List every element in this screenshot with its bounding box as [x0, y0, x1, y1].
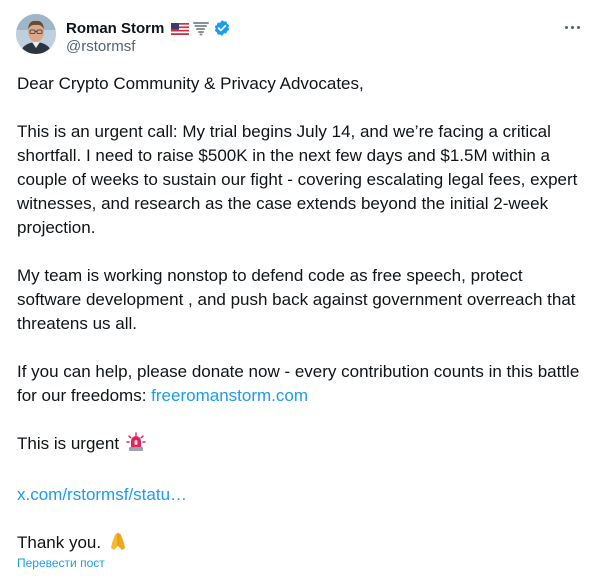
post-greeting: Dear Crypto Community & Privacy Advocate…	[17, 74, 364, 93]
author-handle[interactable]: @rstormsf	[66, 38, 135, 55]
author-name-row: Roman Storm	[66, 17, 231, 39]
translate-post-link[interactable]: Перевести пост	[17, 556, 105, 570]
verified-badge-icon[interactable]	[213, 19, 231, 37]
post-paragraph-2: My team is working nonstop to defend cod…	[17, 266, 576, 333]
more-options-button[interactable]	[560, 16, 584, 38]
post-paragraph-1: This is an urgent call: My trial begins …	[17, 122, 578, 237]
urgent-line: This is urgent	[17, 432, 587, 459]
us-flag-icon	[171, 22, 190, 35]
author-name[interactable]: Roman Storm	[66, 20, 164, 37]
folded-hands-icon	[108, 531, 128, 558]
tornado-icon	[193, 20, 210, 36]
post-body: Dear Crypto Community & Privacy Advocate…	[17, 72, 587, 582]
thanks-line: Thank you.	[17, 531, 587, 558]
status-link-line: x.com/rstormsf/statu…	[17, 483, 587, 507]
more-dots-icon	[564, 25, 568, 29]
post-paragraph-3: If you can help, please donate now - eve…	[17, 360, 587, 408]
thanks-text: Thank you.	[17, 533, 102, 552]
urgent-text: This is urgent	[17, 434, 120, 453]
donation-link[interactable]: freeromanstorm.com	[151, 386, 308, 405]
avatar-image	[16, 14, 56, 54]
author-avatar[interactable]	[16, 14, 56, 54]
siren-icon	[126, 432, 146, 459]
status-link[interactable]: x.com/rstormsf/statu…	[17, 485, 187, 504]
